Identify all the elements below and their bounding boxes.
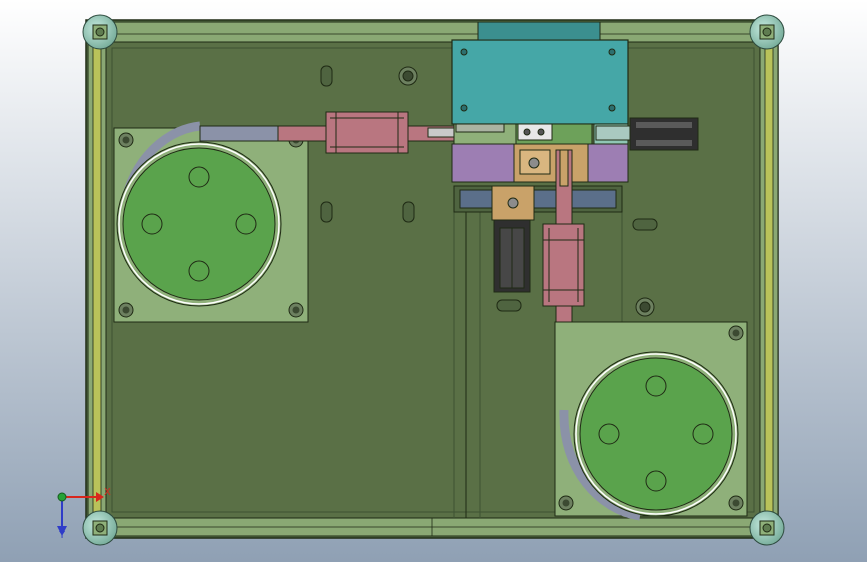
triad-origin <box>57 492 67 502</box>
corner-foot-bottom-left <box>82 510 118 546</box>
corner-foot-bottom-right <box>749 510 785 546</box>
corner-foot-top-right <box>749 14 785 50</box>
corner-foot-top-left <box>82 14 118 50</box>
cad-viewport[interactable]: X Y <box>0 0 867 562</box>
y-axis-label: Y <box>59 530 66 541</box>
cad-scene <box>0 0 867 562</box>
x-axis-label: X <box>104 487 111 498</box>
right-turntable[interactable] <box>554 321 748 521</box>
left-turntable[interactable] <box>113 121 309 323</box>
lower-bracket <box>491 185 535 293</box>
